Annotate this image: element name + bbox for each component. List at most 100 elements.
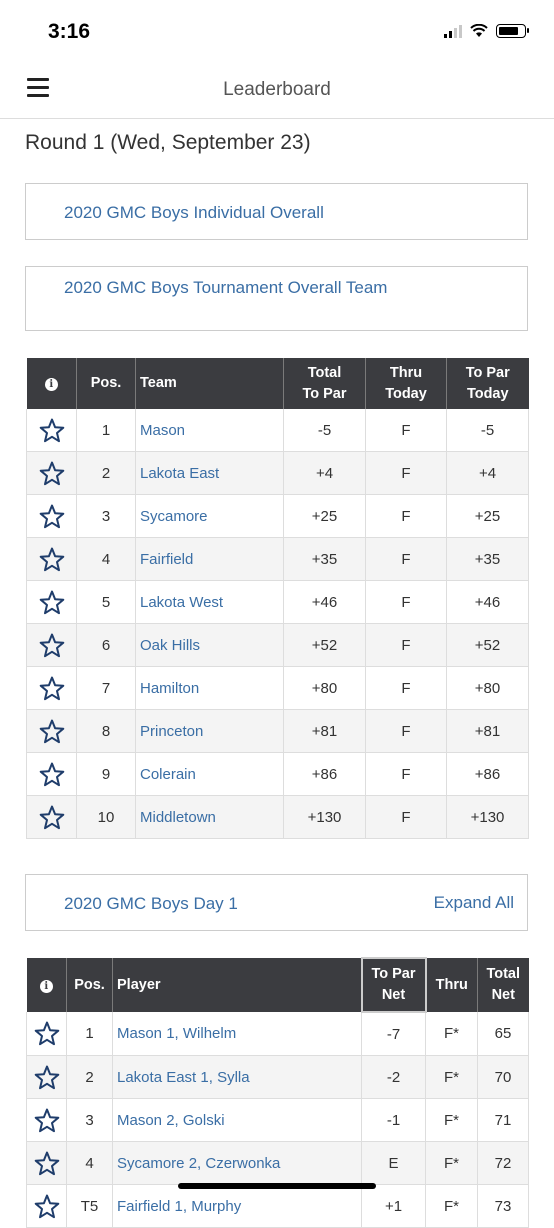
table-row[interactable]: 9 Colerain +86 F +86: [26, 752, 529, 796]
player-header[interactable]: Player: [112, 958, 362, 1012]
table-row[interactable]: 1 Mason -5 F -5: [26, 409, 529, 452]
favorite-star-cell[interactable]: [26, 451, 77, 495]
table-row[interactable]: 6 Oak Hills +52 F +52: [26, 623, 529, 667]
table-row[interactable]: 8 Princeton +81 F +81: [26, 709, 529, 753]
today-cell: +130: [446, 795, 529, 839]
individual-overall-link-box[interactable]: 2020 GMC Boys Individual Overall: [25, 183, 528, 240]
team-name-link[interactable]: Lakota West: [135, 580, 284, 624]
star-icon[interactable]: [39, 547, 65, 572]
team-header[interactable]: Team: [135, 358, 284, 409]
star-icon[interactable]: [39, 633, 65, 658]
star-icon[interactable]: [39, 418, 65, 443]
player-table-header: i Pos. Player To Par Net Thru Total Net: [26, 957, 529, 1013]
team-name-link[interactable]: Lakota East: [135, 451, 284, 495]
total-cell: +81: [283, 709, 366, 753]
day1-section-header[interactable]: 2020 GMC Boys Day 1 Expand All: [25, 874, 528, 931]
table-row[interactable]: 2 Lakota East 1, Sylla -2 F* 70: [26, 1055, 529, 1099]
nav-bar: Leaderboard: [0, 64, 554, 119]
favorite-star-cell[interactable]: [26, 537, 77, 581]
table-row[interactable]: 10 Middletown +130 F +130: [26, 795, 529, 839]
team-name-link[interactable]: Sycamore: [135, 494, 284, 538]
favorite-star-cell[interactable]: [26, 1055, 67, 1099]
table-row[interactable]: 1 Mason 1, Wilhelm -7 F* 65: [26, 1012, 529, 1056]
table-row[interactable]: 3 Sycamore +25 F +25: [26, 494, 529, 538]
favorite-star-cell[interactable]: [26, 709, 77, 753]
total-cell: 65: [477, 1012, 529, 1056]
day1-link[interactable]: 2020 GMC Boys Day 1: [64, 893, 238, 914]
thru-cell: F: [365, 666, 447, 710]
player-name-link[interactable]: Mason 1, Wilhelm: [112, 1012, 362, 1056]
today-cell: +35: [446, 537, 529, 581]
pos-cell: 6: [76, 623, 136, 667]
pos-header[interactable]: Pos.: [76, 358, 136, 409]
team-name-link[interactable]: Middletown: [135, 795, 284, 839]
round-title: Round 1 (Wed, September 23): [25, 131, 311, 154]
favorite-star-cell[interactable]: [26, 1012, 67, 1056]
today-cell: +46: [446, 580, 529, 624]
star-icon[interactable]: [39, 504, 65, 529]
thru-header[interactable]: Thru: [425, 958, 478, 1012]
star-icon[interactable]: [34, 1194, 60, 1219]
info-icon[interactable]: i: [39, 979, 53, 993]
pos-header[interactable]: Pos.: [66, 958, 113, 1012]
info-header[interactable]: i: [26, 358, 77, 409]
star-icon[interactable]: [39, 805, 65, 830]
favorite-star-cell[interactable]: [26, 580, 77, 624]
team-name-link[interactable]: Fairfield: [135, 537, 284, 581]
total-cell: -5: [283, 409, 366, 452]
team-overall-link[interactable]: 2020 GMC Boys Tournament Overall Team: [64, 277, 404, 298]
table-row[interactable]: 2 Lakota East +4 F +4: [26, 451, 529, 495]
favorite-star-cell[interactable]: [26, 1184, 67, 1228]
favorite-star-cell[interactable]: [26, 623, 77, 667]
team-name-link[interactable]: Princeton: [135, 709, 284, 753]
team-name-link[interactable]: Oak Hills: [135, 623, 284, 667]
pos-cell: 1: [66, 1012, 113, 1056]
star-icon[interactable]: [39, 676, 65, 701]
favorite-star-cell[interactable]: [26, 795, 77, 839]
thru-cell: F*: [425, 1012, 478, 1056]
status-time: 3:16: [48, 20, 91, 43]
player-name-link[interactable]: Mason 2, Golski: [112, 1098, 362, 1142]
team-name-link[interactable]: Mason: [135, 409, 284, 452]
favorite-star-cell[interactable]: [26, 409, 77, 452]
player-name-link[interactable]: Lakota East 1, Sylla: [112, 1055, 362, 1099]
star-icon[interactable]: [34, 1151, 60, 1176]
individual-overall-link[interactable]: 2020 GMC Boys Individual Overall: [64, 202, 324, 223]
star-icon[interactable]: [34, 1021, 60, 1046]
thru-cell: F: [365, 752, 447, 796]
to-par-net-header[interactable]: To Par Net: [360, 957, 427, 1013]
table-row[interactable]: 3 Mason 2, Golski -1 F* 71: [26, 1098, 529, 1142]
favorite-star-cell[interactable]: [26, 1098, 67, 1142]
info-icon[interactable]: i: [44, 378, 58, 391]
info-header[interactable]: i: [26, 958, 67, 1012]
favorite-star-cell[interactable]: [26, 494, 77, 538]
table-row[interactable]: 4 Sycamore 2, Czerwonka E F* 72: [26, 1141, 529, 1185]
star-icon[interactable]: [34, 1065, 60, 1090]
table-row[interactable]: 4 Fairfield +35 F +35: [26, 537, 529, 581]
favorite-star-cell[interactable]: [26, 752, 77, 796]
player-name-link[interactable]: Sycamore 2, Czerwonka: [112, 1141, 362, 1185]
table-row[interactable]: 5 Lakota West +46 F +46: [26, 580, 529, 624]
total-to-par-header[interactable]: Total To Par: [283, 358, 366, 409]
player-name-link[interactable]: Fairfield 1, Murphy: [112, 1184, 362, 1228]
star-icon[interactable]: [39, 461, 65, 486]
star-icon[interactable]: [39, 590, 65, 615]
pos-cell: 3: [76, 494, 136, 538]
star-icon[interactable]: [34, 1108, 60, 1133]
favorite-star-cell[interactable]: [26, 1141, 67, 1185]
wifi-icon: [470, 24, 488, 37]
star-icon[interactable]: [39, 719, 65, 744]
table-row[interactable]: T5 Fairfield 1, Murphy +1 F* 73: [26, 1184, 529, 1228]
total-net-header[interactable]: Total Net: [477, 958, 529, 1012]
expand-all-link[interactable]: Expand All: [434, 893, 514, 913]
team-overall-link-box[interactable]: 2020 GMC Boys Tournament Overall Team: [25, 266, 528, 331]
thru-today-header[interactable]: Thru Today: [365, 358, 447, 409]
star-icon[interactable]: [39, 762, 65, 787]
team-name-link[interactable]: Colerain: [135, 752, 284, 796]
table-row[interactable]: 7 Hamilton +80 F +80: [26, 666, 529, 710]
today-cell: +80: [446, 666, 529, 710]
team-name-link[interactable]: Hamilton: [135, 666, 284, 710]
thru-cell: F*: [425, 1141, 478, 1185]
favorite-star-cell[interactable]: [26, 666, 77, 710]
to-par-today-header[interactable]: To Par Today: [446, 358, 529, 409]
